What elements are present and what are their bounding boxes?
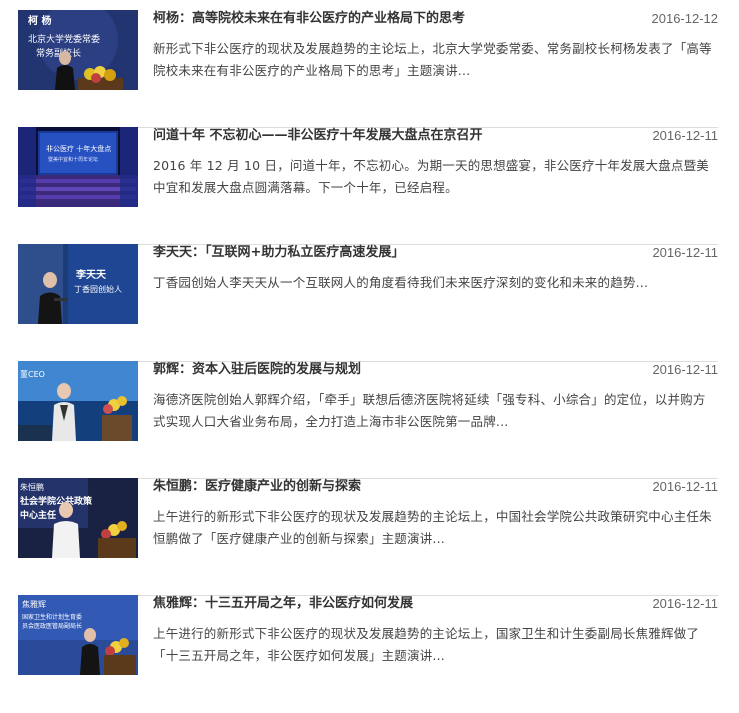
- thumb-caption: 常务副校长: [36, 47, 81, 59]
- article-summary: 上午进行的新形式下非公医疗的现状及发展趋势的主论坛上，中国社会学院公共政策研究中…: [153, 509, 712, 546]
- article-title[interactable]: 问道十年 不忘初心——非公医疗十年发展大盘点在京召开: [153, 126, 623, 146]
- article-title[interactable]: 朱恒鹏：医疗健康产业的创新与探索: [153, 477, 623, 497]
- thumbnail-image: 柯 杨 北京大学党委常委 常务副校长: [18, 10, 138, 90]
- article-title[interactable]: 李天天：「互联网+助力私立医疗高速发展」: [153, 243, 623, 263]
- article-summary: 丁香园创始人李天天从一个互联网人的角度看待我们未来医疗深刻的变化和未来的趋势..…: [153, 275, 649, 290]
- article-thumbnail[interactable]: 焦雅辉 国家卫生和计划生育委 员会医政医管局副局长: [18, 595, 138, 675]
- article-thumbnail[interactable]: 非公医疗 十年大盘点 暨美中宜和十周年论坛: [18, 127, 138, 207]
- article-date: 2016-12-11: [652, 596, 718, 611]
- article-summary: 海德济医院创始人郭辉介绍，「牵手」联想后德济医院将延续「强专科、小综合」的定位，…: [153, 392, 706, 429]
- article-date: 2016-12-11: [652, 128, 718, 143]
- article-thumbnail[interactable]: 柯 杨 北京大学党委常委 常务副校长: [18, 10, 138, 90]
- article-summary: 2016 年 12 月 10 日，问道十年，不忘初心。为期一天的思想盛宴，非公医…: [153, 158, 709, 195]
- article-item[interactable]: 柯 杨 北京大学党委常委 常务副校长 柯杨：高等院校未来在有非公医疗的产业格局下…: [18, 10, 718, 128]
- thumb-caption: 非公医疗 十年大盘点: [46, 144, 111, 153]
- article-item[interactable]: 焦雅辉 国家卫生和计划生育委 员会医政医管局副局长 焦雅辉：十三五开局之年，非公…: [18, 595, 718, 713]
- article-item[interactable]: 朱恒鹏 社会学院公共政策 中心主任 朱恒鹏：医疗健康产业的创新与探索 2016-…: [18, 478, 718, 596]
- article-date: 2016-12-11: [652, 245, 718, 260]
- article-date: 2016-12-11: [652, 479, 718, 494]
- article-item[interactable]: 非公医疗 十年大盘点 暨美中宜和十周年论坛 问道十年 不忘初心——非公医疗十年发…: [18, 127, 718, 245]
- article-title[interactable]: 焦雅辉：十三五开局之年，非公医疗如何发展: [153, 594, 623, 614]
- thumb-caption: 北京大学党委常委: [28, 33, 100, 45]
- thumbnail-image: 焦雅辉 国家卫生和计划生育委 员会医政医管局副局长: [18, 595, 138, 675]
- thumb-caption: 李天天: [75, 268, 107, 281]
- thumb-caption: 国家卫生和计划生育委: [22, 613, 82, 621]
- article-thumbnail[interactable]: 董CEO: [18, 361, 138, 441]
- thumbnail-image: 非公医疗 十年大盘点 暨美中宜和十周年论坛: [18, 127, 138, 207]
- article-item[interactable]: 李天天 丁香园创始人 李天天：「互联网+助力私立医疗高速发展」 2016-12-…: [18, 244, 718, 362]
- article-title[interactable]: 郭辉：资本入驻后医院的发展与规划: [153, 360, 623, 380]
- article-date: 2016-12-11: [652, 362, 718, 377]
- article-summary: 新形式下非公医疗的现状及发展趋势的主论坛上，北京大学党委常委、常务副校长柯杨发表…: [153, 41, 712, 78]
- thumb-caption: 柯 杨: [28, 14, 51, 27]
- thumbnail-image: 李天天 丁香园创始人: [18, 244, 138, 324]
- article-date: 2016-12-12: [651, 11, 719, 26]
- article-thumbnail[interactable]: 李天天 丁香园创始人: [18, 244, 138, 324]
- thumbnail-image: 董CEO: [18, 361, 138, 441]
- thumb-caption: 社会学院公共政策: [19, 495, 93, 507]
- thumb-caption: 暨美中宜和十周年论坛: [48, 156, 98, 163]
- thumb-caption: 员会医政医管局副局长: [22, 622, 82, 630]
- article-item[interactable]: 董CEO 郭辉：资本入驻后医院的发展与规划 2016-12-11 海德济医院创始…: [18, 361, 718, 479]
- article-title[interactable]: 柯杨：高等院校未来在有非公医疗的产业格局下的思考: [153, 9, 623, 29]
- article-summary: 上午进行的新形式下非公医疗的现状及发展趋势的主论坛上，国家卫生和计生委副局长焦雅…: [153, 626, 700, 663]
- article-thumbnail[interactable]: 朱恒鹏 社会学院公共政策 中心主任: [18, 478, 138, 558]
- thumb-caption: 朱恒鹏: [20, 482, 44, 492]
- thumb-caption: 焦雅辉: [22, 599, 46, 609]
- thumb-caption: 中心主任: [20, 509, 56, 521]
- thumb-caption: 董CEO: [20, 369, 45, 379]
- thumbnail-image: 朱恒鹏 社会学院公共政策 中心主任: [18, 478, 138, 558]
- thumb-caption: 丁香园创始人: [74, 284, 122, 294]
